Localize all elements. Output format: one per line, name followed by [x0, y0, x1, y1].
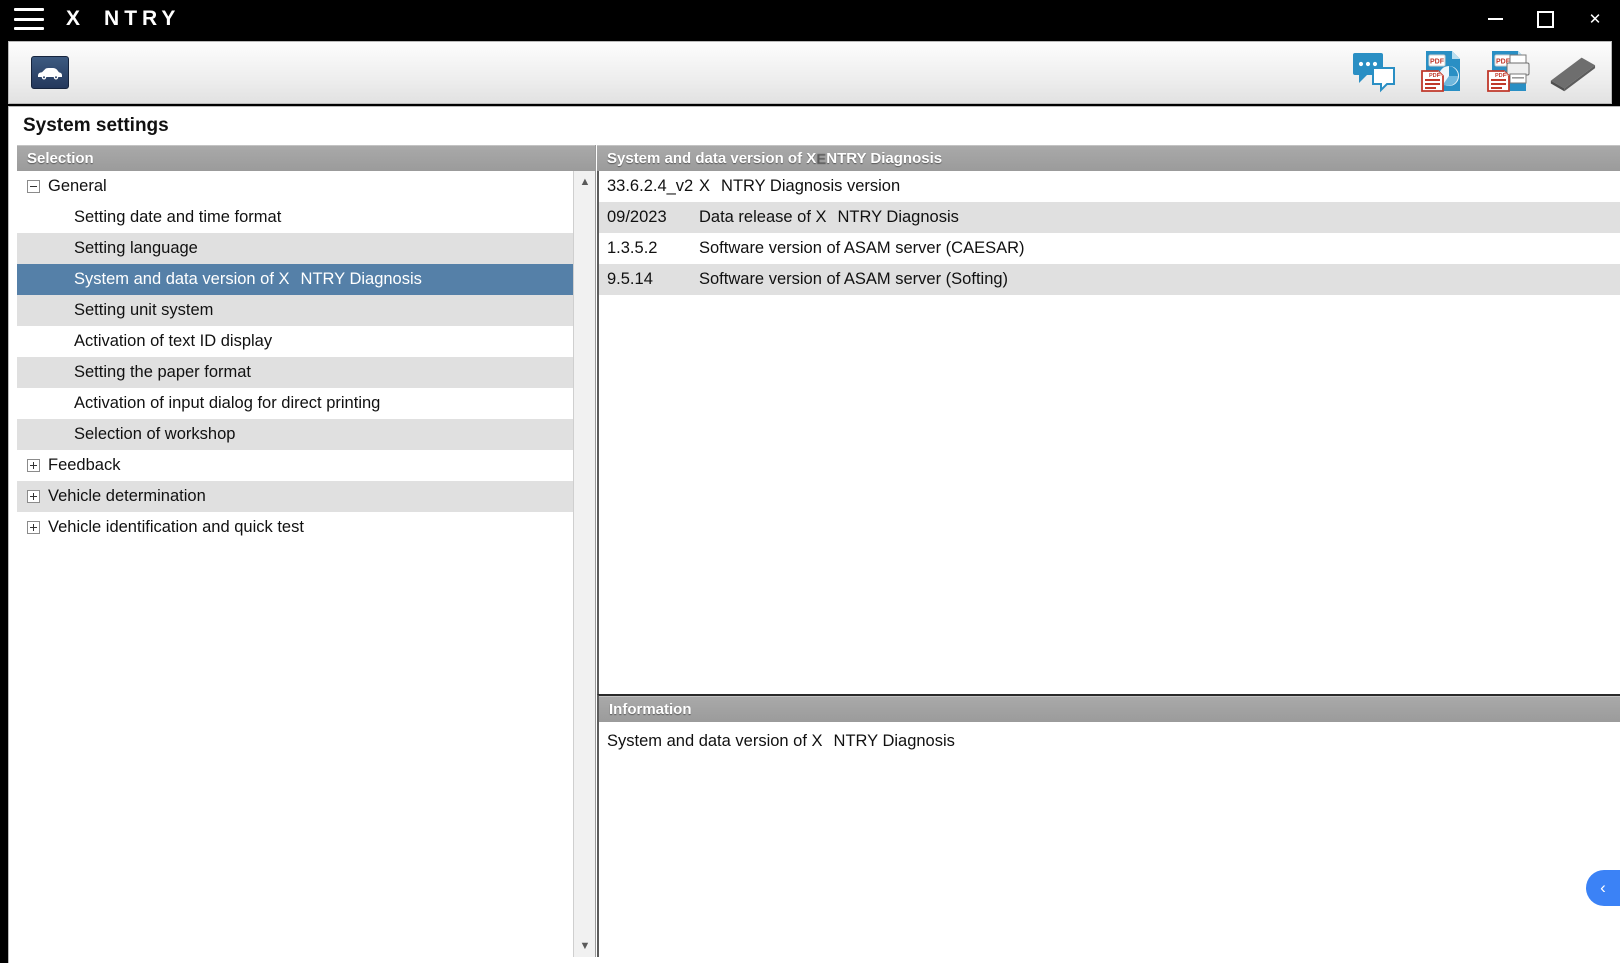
tree-item-label: Feedback	[48, 456, 120, 475]
maximize-button[interactable]	[1520, 0, 1570, 38]
version-value: 9.5.14	[607, 270, 699, 289]
tree-item-activation-of-input-dialog[interactable]: Activation of input dialog for direct pr…	[17, 388, 574, 419]
tree-item-label: Selection of workshop	[74, 425, 235, 444]
chat-bubbles-icon[interactable]	[1349, 46, 1399, 98]
tree-node-vehicle-identification-quick-test[interactable]: Vehicle identification and quick test	[17, 512, 574, 543]
version-description: Software version of ASAM server (Softing…	[699, 270, 1008, 289]
tree-item-label: Vehicle determination	[48, 487, 206, 506]
tree-node-vehicle-determination[interactable]: Vehicle determination	[17, 481, 574, 512]
app-brand-title: XENTRY	[66, 7, 180, 31]
chevron-up-icon[interactable]: ▲	[574, 171, 596, 193]
collapse-toggle-icon[interactable]	[27, 180, 40, 193]
information-panel: Information System and data version of X…	[597, 694, 1620, 957]
settings-tree: General Setting date and time format Set…	[17, 171, 574, 957]
header-masked-letter: E	[816, 150, 826, 167]
selection-panel: Selection General Setting date and time …	[17, 145, 596, 957]
tree-item-label: Setting date and time format	[74, 208, 281, 227]
table-row[interactable]: 09/2023 Data release of XENTRY Diagnosis	[599, 202, 1620, 233]
info-pre: System and data version of X	[607, 732, 823, 750]
table-row[interactable]: 9.5.14 Software version of ASAM server (…	[599, 264, 1620, 295]
pdf-print-icon[interactable]: PDF PDF	[1481, 46, 1531, 98]
main-toolbar: PDF PDF PDF	[8, 41, 1612, 104]
application-window: XENTRY ✕	[0, 0, 1620, 963]
vehicle-selection-button[interactable]	[31, 56, 69, 89]
expand-toggle-icon[interactable]	[27, 521, 40, 534]
selection-scrollbar[interactable]: ▲ ▼	[573, 171, 595, 957]
chevron-left-icon[interactable]: ‹	[1586, 870, 1620, 906]
detail-panel-header: System and data version of XENTRY Diagno…	[597, 145, 1620, 171]
brand-suffix: NTRY	[104, 7, 180, 30]
desc-post: NTRY Diagnosis	[838, 208, 959, 226]
brand-masked-letter: E	[85, 7, 104, 30]
tree-node-feedback[interactable]: Feedback	[17, 450, 574, 481]
tree-item-label: Setting language	[74, 239, 198, 258]
desc-post: NTRY Diagnosis version	[721, 177, 900, 195]
label-post: NTRY Diagnosis	[301, 270, 422, 288]
table-row[interactable]: 33.6.2.4_v2 XENTRY Diagnosis version	[599, 171, 1620, 202]
tree-item-system-and-data-version[interactable]: System and data version of XENTRY Diagno…	[17, 264, 574, 295]
svg-text:PDF: PDF	[1430, 59, 1445, 66]
pdf-report-icon[interactable]: PDF PDF	[1415, 46, 1465, 98]
expand-toggle-icon[interactable]	[27, 490, 40, 503]
svg-text:PDF: PDF	[1495, 73, 1507, 79]
tree-item-activation-of-text-id-display[interactable]: Activation of text ID display	[17, 326, 574, 357]
tree-item-label: Setting unit system	[74, 301, 213, 320]
selection-panel-header: Selection	[17, 145, 595, 171]
label-masked-letter: E	[290, 270, 301, 288]
table-row[interactable]: 1.3.5.2 Software version of ASAM server …	[599, 233, 1620, 264]
version-value: 1.3.5.2	[607, 239, 699, 258]
label-pre: System and data version of X	[74, 270, 290, 288]
page-title: System settings	[9, 107, 1620, 144]
toolbar-icon-group: PDF PDF PDF	[1349, 46, 1597, 98]
version-value: 33.6.2.4_v2	[607, 177, 699, 196]
tree-item-setting-language[interactable]: Setting language	[17, 233, 574, 264]
book-icon[interactable]	[1547, 46, 1597, 98]
car-icon	[37, 66, 63, 80]
tree-item-label: Activation of input dialog for direct pr…	[74, 394, 380, 413]
tree-item-setting-the-paper-format[interactable]: Setting the paper format	[17, 357, 574, 388]
tree-item-selection-of-workshop[interactable]: Selection of workshop	[17, 419, 574, 450]
information-panel-header: Information	[599, 696, 1620, 722]
chevron-down-icon[interactable]: ▼	[574, 935, 596, 957]
desc-pre: X	[699, 177, 710, 195]
version-description: Software version of ASAM server (CAESAR)	[699, 239, 1025, 258]
tree-item-setting-unit-system[interactable]: Setting unit system	[17, 295, 574, 326]
version-list: 33.6.2.4_v2 XENTRY Diagnosis version 09/…	[597, 171, 1620, 694]
header-post: NTRY Diagnosis	[826, 150, 942, 167]
expand-toggle-icon[interactable]	[27, 459, 40, 472]
minimize-button[interactable]	[1470, 0, 1520, 38]
header-pre: System and data version of X	[607, 150, 816, 167]
version-description: XENTRY Diagnosis version	[699, 177, 900, 196]
info-masked-letter: E	[823, 732, 834, 750]
hamburger-menu-icon[interactable]	[14, 8, 44, 30]
close-button[interactable]: ✕	[1570, 0, 1620, 38]
brand-prefix: X	[66, 7, 85, 30]
window-controls: ✕	[1470, 0, 1620, 38]
tree-item-label: General	[48, 177, 107, 196]
tree-item-setting-date-time-format[interactable]: Setting date and time format	[17, 202, 574, 233]
version-value: 09/2023	[607, 208, 699, 227]
tree-item-label: System and data version of XENTRY Diagno…	[74, 270, 422, 289]
detail-panel: System and data version of XENTRY Diagno…	[597, 145, 1620, 957]
tree-item-label: Setting the paper format	[74, 363, 251, 382]
information-text: System and data version of XENTRY Diagno…	[599, 722, 1620, 751]
tree-item-label: Activation of text ID display	[74, 332, 272, 351]
title-bar: XENTRY ✕	[0, 0, 1620, 38]
desc-masked-letter: E	[827, 208, 838, 226]
info-post: NTRY Diagnosis	[834, 732, 955, 750]
tree-node-general[interactable]: General	[17, 171, 574, 202]
desc-masked-letter: E	[710, 177, 721, 195]
content-area: System settings Selection General Settin…	[8, 106, 1620, 963]
version-description: Data release of XENTRY Diagnosis	[699, 208, 959, 227]
desc-pre: Data release of X	[699, 208, 827, 226]
svg-text:PDF: PDF	[1429, 73, 1441, 79]
tree-item-label: Vehicle identification and quick test	[48, 518, 304, 537]
